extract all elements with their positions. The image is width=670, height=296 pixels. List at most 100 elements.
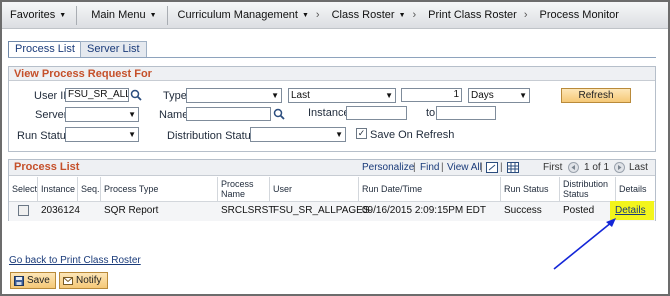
process-list-grid: Process List Personalize | Find | View A… [8, 159, 656, 221]
grid-nav-separator: | [500, 162, 503, 173]
row-select-checkbox[interactable] [18, 205, 29, 216]
col-header-distribution-status[interactable]: Distribution Status [560, 177, 616, 201]
go-back-link[interactable]: Go back to Print Class Roster [9, 255, 141, 266]
nav-curriculum-management[interactable]: Curriculum Management ▼ › [168, 2, 330, 28]
checkmark-icon: ✓ [357, 128, 366, 138]
tab-underline [8, 57, 656, 58]
cell-process-name: SRCLSRST [221, 205, 275, 216]
notify-button-label: Notify [76, 275, 102, 286]
col-header-user[interactable]: User [270, 177, 359, 201]
chevron-down-icon: ▼ [398, 11, 406, 19]
last-select-value: Last [291, 90, 310, 101]
tab-process-list[interactable]: Process List [8, 41, 82, 57]
tab-process-list-label: Process List [15, 43, 75, 55]
lookup-magnifier-icon[interactable] [273, 108, 285, 120]
save-on-refresh-checkbox[interactable]: ✓ [356, 128, 367, 139]
view-all-link[interactable]: View All [447, 162, 482, 173]
cell-user: FSU_SR_ALLPAGES [273, 205, 370, 216]
notify-envelope-icon [63, 276, 73, 285]
dropdown-arrow-icon: ▼ [519, 91, 527, 100]
grid-nav-separator: | [480, 162, 483, 173]
col-header-details: Details [619, 184, 647, 194]
unit-select[interactable]: Days ▼ [468, 88, 530, 103]
col-header-run-status[interactable]: Run Status [501, 177, 560, 201]
grid-title: Process List [14, 161, 80, 173]
grid-header-bar: Process List Personalize | Find | View A… [9, 160, 655, 176]
run-status-label: Run Status [17, 130, 72, 142]
dropdown-arrow-icon: ▼ [271, 91, 279, 100]
range-label: 1 of 1 [584, 162, 610, 173]
chevron-down-icon: ▼ [301, 11, 309, 19]
refresh-button[interactable]: Refresh [561, 88, 631, 103]
breadcrumb-nav: Favorites ▼ Main Menu ▼ Curriculum Manag… [2, 2, 668, 29]
server-label: Server [35, 109, 68, 121]
nav-class-roster[interactable]: Class Roster ▼ › [330, 2, 427, 28]
download-spreadsheet-icon[interactable] [507, 162, 519, 173]
instance-to-input[interactable] [436, 106, 496, 120]
col-header-seq[interactable]: Seq. [78, 177, 101, 201]
last-select[interactable]: Last ▼ [288, 88, 396, 103]
breadcrumb-separator-icon: › [315, 9, 320, 21]
nav-main-menu-label: Main Menu [91, 9, 146, 21]
run-status-select[interactable]: ▼ [65, 127, 139, 142]
server-select[interactable]: ▼ [65, 107, 139, 122]
group-title: View Process Request For [9, 67, 655, 81]
tab-server-list-label: Server List [87, 43, 140, 55]
personalize-link[interactable]: Personalize [362, 162, 414, 173]
notify-button[interactable]: Notify [59, 272, 108, 289]
name-label: Name [159, 109, 189, 121]
dropdown-arrow-icon: ▼ [335, 130, 343, 139]
nav-print-class-roster[interactable]: Print Class Roster › [426, 2, 537, 28]
previous-arrow-icon[interactable] [568, 162, 579, 173]
nav-favorites[interactable]: Favorites ▼ [2, 2, 76, 28]
col-header-instance[interactable]: Instance [38, 177, 78, 201]
first-label: First [543, 162, 563, 173]
instance-label: Instance [308, 107, 350, 119]
dropdown-arrow-icon: ▼ [128, 110, 136, 119]
last-label: Last [629, 162, 648, 173]
save-button-label: Save [27, 275, 50, 286]
cell-process-type: SQR Report [104, 205, 159, 216]
nav-main-menu[interactable]: Main Menu ▼ [77, 2, 166, 28]
breadcrumb-separator-icon: › [412, 9, 417, 21]
instance-from-input[interactable] [346, 106, 407, 120]
cell-instance: 2036124 [41, 205, 80, 216]
chevron-down-icon: ▼ [149, 11, 157, 19]
col-header-select: Select [9, 177, 38, 201]
col-header-process-type[interactable]: Process Type [101, 177, 218, 201]
type-select[interactable]: ▼ [186, 88, 282, 103]
name-input[interactable] [186, 107, 271, 121]
lookup-magnifier-icon[interactable] [130, 89, 142, 101]
dropdown-arrow-icon: ▼ [128, 130, 136, 139]
cell-run-status: Success [504, 205, 542, 216]
annotation-arrow-icon [553, 218, 616, 270]
nav-print-class-roster-label: Print Class Roster [428, 9, 517, 21]
dropdown-arrow-icon: ▼ [385, 91, 393, 100]
browser-frame: Favorites ▼ Main Menu ▼ Curriculum Manag… [0, 0, 670, 296]
cell-run-datetime: 09/16/2015 2:09:15PM EDT [362, 205, 486, 216]
tab-server-list[interactable]: Server List [80, 41, 147, 57]
instance-to-label: to [426, 107, 436, 119]
unit-select-value: Days [471, 90, 494, 101]
type-label: Type [163, 90, 187, 102]
grid-nav-separator: | [441, 162, 444, 173]
chevron-down-icon: ▼ [59, 11, 67, 19]
distribution-status-label: Distribution Status [167, 130, 257, 142]
find-link[interactable]: Find [420, 162, 439, 173]
nav-favorites-label: Favorites [10, 9, 56, 21]
col-header-run-datetime[interactable]: Run Date/Time [359, 177, 501, 201]
save-on-refresh-label: Save On Refresh [370, 129, 455, 141]
nav-process-monitor[interactable]: Process Monitor [537, 2, 628, 28]
last-count-input[interactable]: 1 [401, 88, 462, 102]
breadcrumb-separator-icon: › [523, 9, 528, 21]
next-arrow-icon[interactable] [614, 162, 625, 173]
nav-class-roster-label: Class Roster [331, 9, 395, 21]
distribution-status-select[interactable]: ▼ [250, 127, 346, 142]
nav-process-monitor-label: Process Monitor [539, 9, 619, 21]
col-header-process-name[interactable]: Process Name [218, 177, 270, 201]
nav-curriculum-label: Curriculum Management [177, 9, 298, 21]
userid-input[interactable]: FSU_SR_ALLP [65, 88, 129, 102]
save-button[interactable]: Save [10, 272, 56, 289]
save-disk-icon [14, 275, 24, 286]
zoom-grid-icon[interactable] [486, 162, 498, 173]
